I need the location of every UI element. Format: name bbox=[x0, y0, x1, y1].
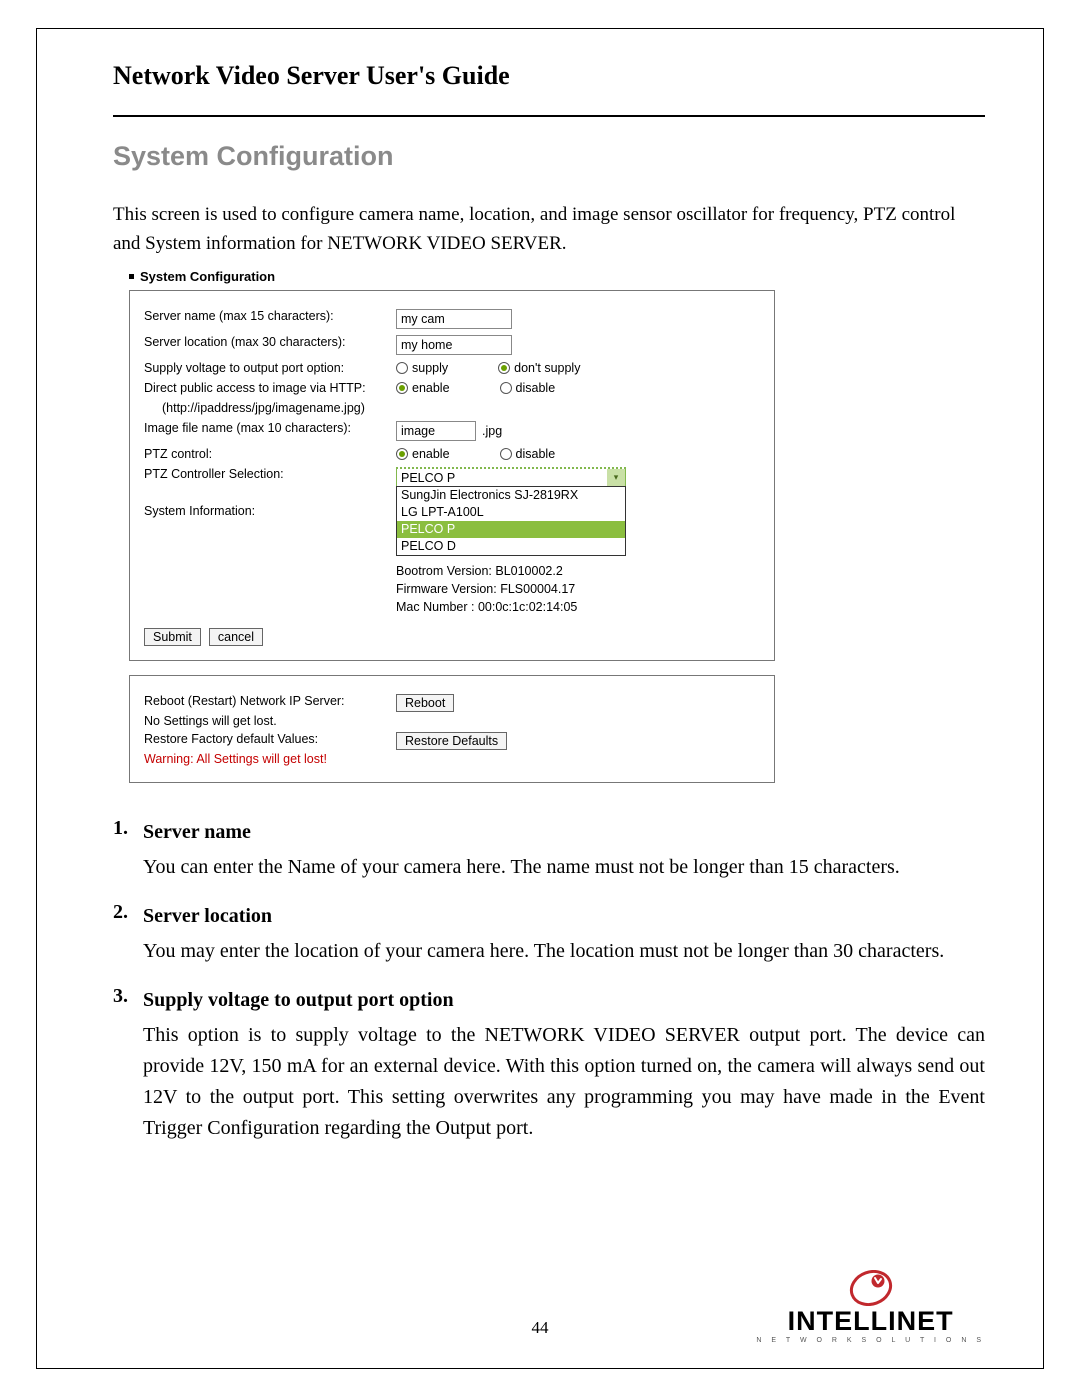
desc-heading: Server location bbox=[143, 901, 985, 932]
section-heading: System Configuration bbox=[113, 141, 985, 172]
bootrom-version: Bootrom Version: BL010002.2 bbox=[396, 562, 760, 580]
direct-access-sublabel: (http://ipaddress/jpg/imagename.jpg) bbox=[144, 401, 414, 415]
config-screenshot: System Configuration Server name (max 15… bbox=[129, 269, 775, 783]
direct-enable-label: enable bbox=[412, 381, 450, 395]
supply-radio[interactable]: supply bbox=[396, 361, 448, 375]
ptz-enable-radio[interactable]: enable bbox=[396, 447, 450, 461]
image-file-label: Image file name (max 10 characters): bbox=[144, 421, 396, 435]
reboot-panel: Reboot (Restart) Network IP Server: Rebo… bbox=[129, 675, 775, 783]
direct-disable-label: disable bbox=[516, 381, 556, 395]
supply-voltage-label: Supply voltage to output port option: bbox=[144, 361, 396, 375]
reboot-sublabel: No Settings will get lost. bbox=[144, 714, 396, 728]
image-ext-label: .jpg bbox=[482, 424, 502, 438]
description-item: 3. Supply voltage to output port option … bbox=[113, 985, 985, 1144]
server-name-label: Server name (max 15 characters): bbox=[144, 309, 396, 323]
restore-defaults-button[interactable]: Restore Defaults bbox=[396, 732, 507, 750]
ptz-dropdown-list: SungJin Electronics SJ-2819RX LG LPT-A10… bbox=[396, 486, 626, 556]
server-location-label: Server location (max 30 characters): bbox=[144, 335, 396, 349]
config-panel: Server name (max 15 characters): Server … bbox=[129, 290, 775, 661]
server-name-input[interactable] bbox=[396, 309, 512, 329]
dont-supply-radio-label: don't supply bbox=[514, 361, 580, 375]
direct-access-label: Direct public access to image via HTTP: bbox=[144, 381, 396, 395]
desc-heading: Server name bbox=[143, 817, 985, 848]
dont-supply-radio[interactable]: don't supply bbox=[498, 361, 580, 375]
dropdown-option-selected[interactable]: PELCO P bbox=[397, 521, 625, 538]
ptz-selection-label: PTZ Controller Selection: bbox=[144, 467, 396, 481]
radio-icon bbox=[396, 382, 408, 394]
radio-icon bbox=[500, 382, 512, 394]
title-divider bbox=[113, 115, 985, 117]
radio-icon bbox=[396, 362, 408, 374]
radio-icon bbox=[396, 448, 408, 460]
brand-name: INTELLINET bbox=[756, 1308, 985, 1335]
dropdown-option[interactable]: SungJin Electronics SJ-2819RX bbox=[397, 487, 625, 504]
ptz-control-label: PTZ control: bbox=[144, 447, 396, 461]
image-file-input[interactable] bbox=[396, 421, 476, 441]
panel-title: System Configuration bbox=[140, 269, 275, 284]
radio-icon bbox=[500, 448, 512, 460]
chevron-down-icon: ▾ bbox=[607, 469, 625, 486]
brand-logo-block: INTELLINET N E T W O R K S O L U T I O N… bbox=[756, 1270, 985, 1344]
ptz-enable-label: enable bbox=[412, 447, 450, 461]
brand-tagline: N E T W O R K S O L U T I O N S bbox=[756, 1337, 985, 1344]
desc-body: This option is to supply voltage to the … bbox=[143, 1020, 985, 1144]
direct-disable-radio[interactable]: disable bbox=[500, 381, 556, 395]
description-item: 2. Server location You may enter the loc… bbox=[113, 901, 985, 967]
desc-body: You may enter the location of your camer… bbox=[143, 936, 985, 967]
cancel-button[interactable]: cancel bbox=[209, 628, 263, 646]
bullet-icon bbox=[129, 274, 134, 279]
description-item: 1. Server name You can enter the Name of… bbox=[113, 817, 985, 883]
supply-radio-label: supply bbox=[412, 361, 448, 375]
desc-number: 2. bbox=[113, 901, 143, 967]
ptz-select-value: PELCO P bbox=[397, 469, 607, 486]
brand-logo-icon bbox=[756, 1270, 985, 1306]
reboot-button[interactable]: Reboot bbox=[396, 694, 454, 712]
dropdown-option[interactable]: LG LPT-A100L bbox=[397, 504, 625, 521]
intro-paragraph: This screen is used to configure camera … bbox=[113, 200, 985, 259]
ptz-controller-select[interactable]: PELCO P ▾ bbox=[396, 467, 626, 487]
radio-icon bbox=[498, 362, 510, 374]
panel-title-row: System Configuration bbox=[129, 269, 775, 284]
server-location-input[interactable] bbox=[396, 335, 512, 355]
restore-warning: Warning: All Settings will get lost! bbox=[144, 752, 396, 766]
ptz-disable-radio[interactable]: disable bbox=[500, 447, 556, 461]
direct-enable-radio[interactable]: enable bbox=[396, 381, 450, 395]
submit-button[interactable]: Submit bbox=[144, 628, 201, 646]
dropdown-option[interactable]: PELCO D bbox=[397, 538, 625, 555]
desc-body: You can enter the Name of your camera he… bbox=[143, 852, 985, 883]
desc-number: 3. bbox=[113, 985, 143, 1144]
mac-number: Mac Number : 00:0c:1c:02:14:05 bbox=[396, 598, 760, 616]
ptz-disable-label: disable bbox=[516, 447, 556, 461]
desc-heading: Supply voltage to output port option bbox=[143, 985, 985, 1016]
document-title: Network Video Server User's Guide bbox=[113, 61, 985, 91]
system-info-label: System Information: bbox=[144, 504, 396, 518]
restore-label: Restore Factory default Values: bbox=[144, 732, 396, 746]
desc-number: 1. bbox=[113, 817, 143, 883]
reboot-label: Reboot (Restart) Network IP Server: bbox=[144, 694, 396, 708]
firmware-version: Firmware Version: FLS00004.17 bbox=[396, 580, 760, 598]
